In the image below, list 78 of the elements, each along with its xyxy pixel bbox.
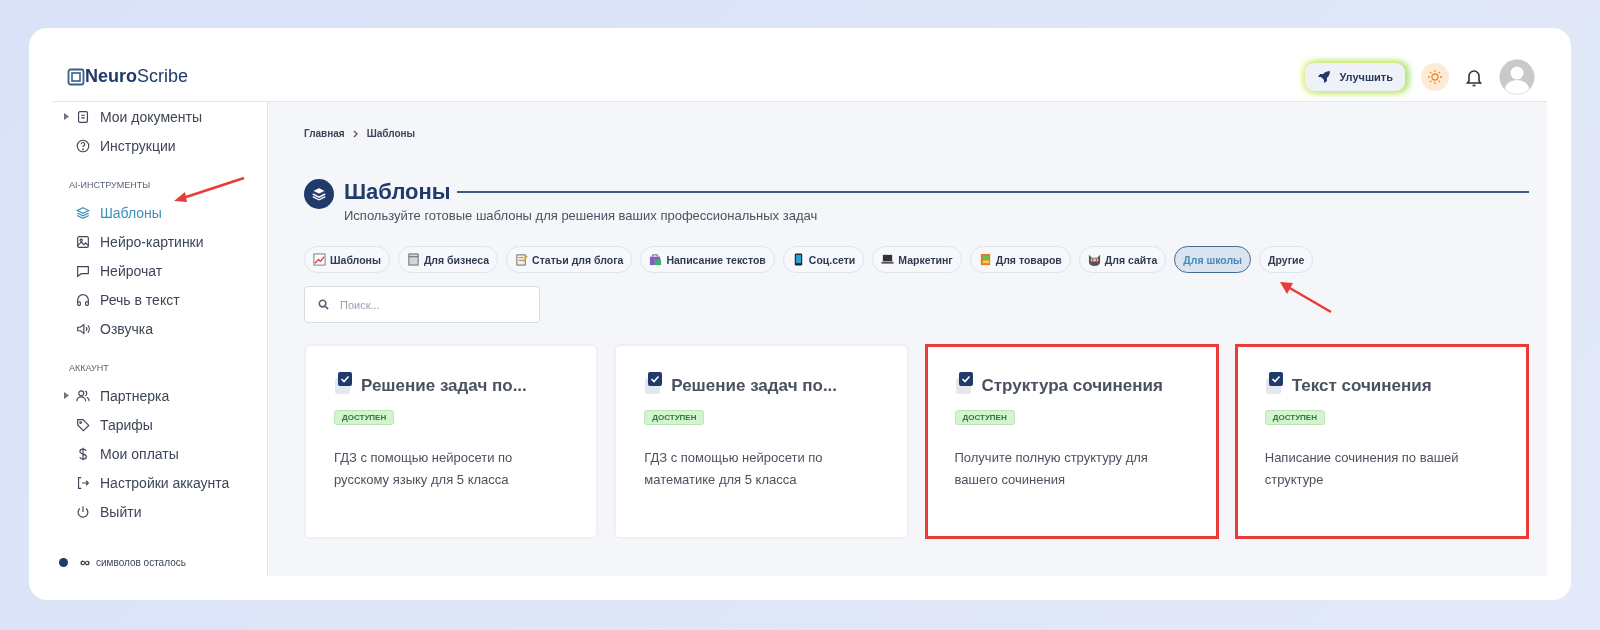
chevron-right-icon <box>352 129 359 138</box>
page-title: Шаблоны <box>344 179 451 205</box>
checkbox-icon <box>334 370 354 396</box>
card-description: ГДЗ с помощью нейросети по русскому языку для 5 класса <box>334 449 514 489</box>
category-chip[interactable]: Маркетинг <box>872 246 962 273</box>
chart-icon <box>313 253 326 266</box>
status-badge: ДОСТУПЕН <box>954 410 1015 425</box>
template-card[interactable]: Структура сочинения ДОСТУПЕН Получите полную структуру для вашего сочинения <box>924 344 1219 539</box>
memo-icon <box>515 253 529 266</box>
headphones-icon <box>75 291 91 308</box>
sidebar-item[interactable]: Инструкции <box>59 131 182 160</box>
logout-icon <box>75 474 91 491</box>
user-avatar[interactable] <box>1499 58 1535 95</box>
symbols-left-label: символов осталось <box>96 556 186 568</box>
power-icon <box>75 503 91 520</box>
card-title: Текст сочинения <box>1291 376 1432 396</box>
question-icon <box>75 137 91 154</box>
tag-icon <box>75 416 91 433</box>
template-card[interactable]: Решение задач по... ДОСТУПЕН ГДЗ с помощью нейросети по русскому языку для 5 класса <box>304 344 599 539</box>
sidebar-item[interactable]: Шаблоны <box>59 198 168 227</box>
theme-toggle[interactable] <box>1421 62 1449 91</box>
status-badge: ДОСТУПЕН <box>644 410 705 425</box>
page-subtitle: Используйте готовые шаблоны для решения ваших профессиональных задач <box>344 208 819 223</box>
caret-icon <box>64 392 69 399</box>
card-title: Решение задач по... <box>361 376 527 396</box>
upgrade-button[interactable]: Улучшить <box>1305 62 1405 91</box>
section-heading: АККАУНТ <box>69 363 109 373</box>
image-icon <box>75 233 91 250</box>
sidebar-item[interactable]: Настройки аккаунта <box>59 468 236 497</box>
layers-icon <box>304 179 334 209</box>
status-badge: ДОСТУПЕН <box>1264 410 1325 425</box>
category-chip[interactable]: Для бизнеса <box>397 246 499 273</box>
sidebar-item[interactable]: Нейрочат <box>59 256 169 285</box>
breadcrumb-current: Шаблоны <box>366 128 416 139</box>
section-heading: AI-ИНСТРУМЕНТЫ <box>69 180 151 190</box>
card-title: Структура сочинения <box>981 376 1163 396</box>
notebook-icon <box>406 253 420 266</box>
caret-icon <box>64 113 69 120</box>
cat-icon <box>1087 253 1101 266</box>
category-chip[interactable]: Написание текстов <box>640 246 775 273</box>
sidebar-item[interactable]: Мои оплаты <box>59 439 185 468</box>
card-description: Получите полную структуру для вашего сочинения <box>954 449 1149 489</box>
category-chip[interactable]: Для сайта <box>1078 246 1167 273</box>
template-card[interactable]: Текст сочинения ДОСТУПЕН Написание сочинения по вашей структуре <box>1234 344 1529 539</box>
layers-icon <box>75 204 91 221</box>
document-icon <box>75 108 91 125</box>
checkbox-icon <box>954 370 975 396</box>
checkbox-icon <box>644 370 665 396</box>
speaker-icon <box>75 320 91 337</box>
card-description: Написание сочинения по вашей структуре <box>1264 449 1460 489</box>
category-chip[interactable]: Шаблоны <box>304 246 390 273</box>
category-chip[interactable]: Для товаров <box>969 246 1071 273</box>
rocket-icon <box>1317 69 1332 84</box>
card-title: Решение задач по... <box>671 376 838 396</box>
search-field[interactable]: Поиск... <box>304 286 540 323</box>
sidebar-item[interactable]: Партнерка <box>59 381 176 410</box>
template-card[interactable]: Решение задач по... ДОСТУПЕН ГДЗ с помощью нейросети по математике для 5 класса <box>614 344 909 539</box>
breadcrumb-link[interactable]: Главная <box>304 128 345 139</box>
book-icon <box>978 253 992 266</box>
sidebar-item[interactable]: Нейро-картинки <box>59 227 210 256</box>
sun-icon <box>1427 68 1443 85</box>
sidebar-item[interactable]: Мои документы <box>59 102 208 131</box>
category-chip[interactable]: Статьи для блога <box>506 246 633 273</box>
sidebar-item[interactable]: Озвучка <box>59 314 159 343</box>
sidebar-item[interactable]: Речь в текст <box>59 285 186 314</box>
status-badge: ДОСТУПЕН <box>334 410 395 425</box>
sidebar-item[interactable]: Выйти <box>59 497 148 526</box>
app-logo: NeuroScribe <box>85 66 189 87</box>
card-description: ГДЗ с помощью нейросети по математике для 5 класса <box>644 449 824 489</box>
logo-icon <box>67 67 85 86</box>
laptop-icon <box>881 253 895 266</box>
users-icon <box>75 387 91 404</box>
sidebar-item[interactable]: Тарифы <box>59 410 159 439</box>
checkbox-icon <box>1264 370 1285 396</box>
bag-icon <box>649 253 663 266</box>
infinity-symbol: ∞ <box>80 554 90 570</box>
category-chip[interactable]: Соц.сети <box>782 246 865 273</box>
category-chip[interactable]: Другие <box>1259 246 1314 273</box>
